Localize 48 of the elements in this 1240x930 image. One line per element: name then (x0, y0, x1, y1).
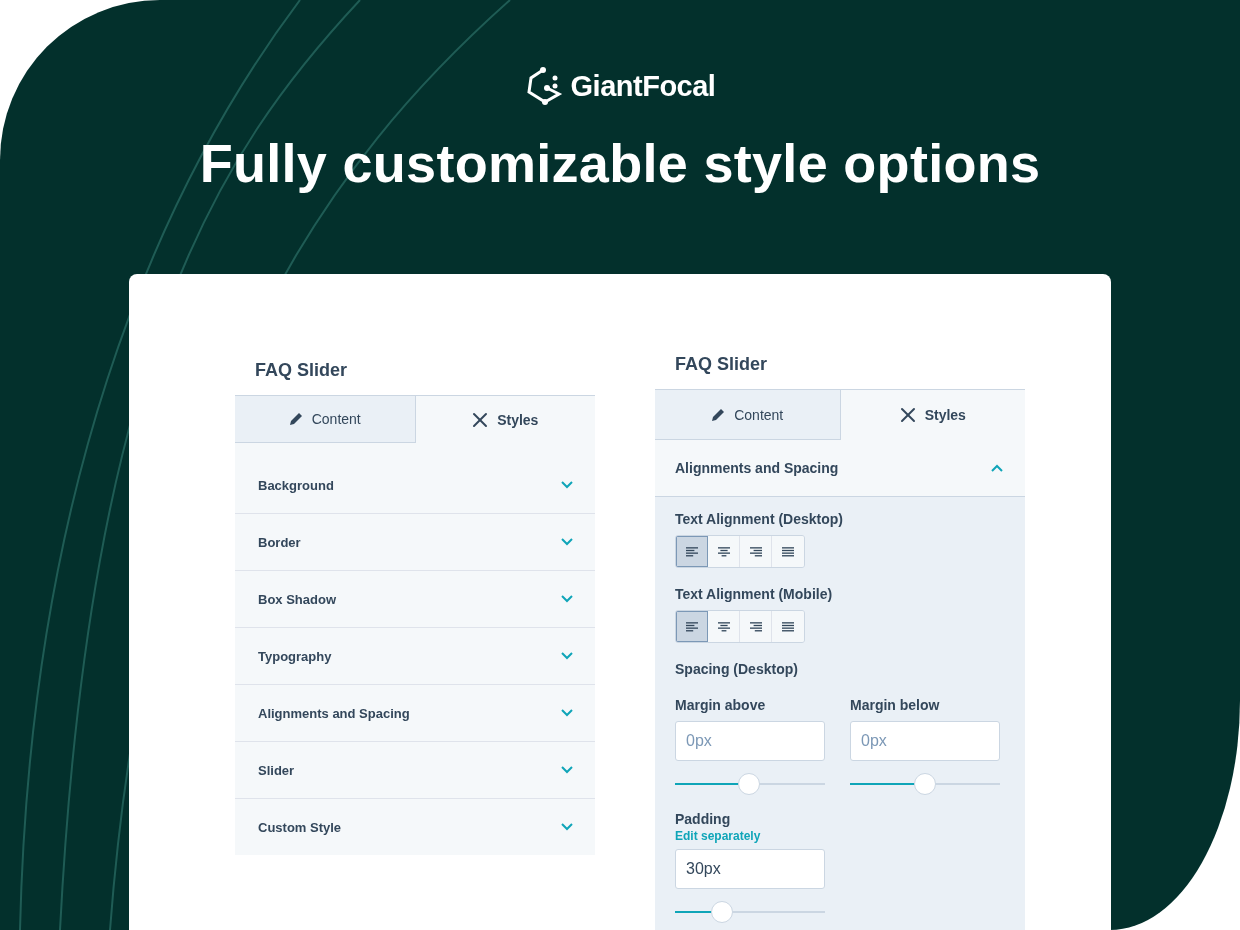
field-label: Text Alignment (Desktop) (675, 511, 843, 527)
alignment-button[interactable] (772, 611, 804, 642)
logo-text: GiantFocal (570, 69, 716, 103)
slider-thumb[interactable] (710, 901, 733, 923)
tab[interactable]: Content (655, 390, 841, 440)
tab[interactable]: Styles (840, 390, 1025, 440)
pencil-icon (711, 407, 726, 422)
section-label: Typography (258, 648, 332, 664)
alignment-button[interactable] (772, 536, 804, 567)
crossed-tools-icon (899, 407, 916, 423)
slider[interactable] (675, 773, 825, 795)
align-justify-icon (782, 621, 794, 632)
slider[interactable] (850, 773, 1000, 795)
alignment-button[interactable] (676, 611, 708, 642)
input-field[interactable]: 30px (675, 849, 825, 889)
field-label: Margin below (850, 697, 941, 713)
align-right-icon (749, 621, 762, 632)
align-left-icon (686, 621, 698, 632)
section-label: Alignments and Spacing (258, 705, 410, 721)
section-label: Border (258, 534, 301, 550)
section-label: Box Shadow (258, 591, 336, 607)
align-center-icon (717, 621, 730, 632)
section-label: Background (258, 477, 334, 493)
align-right-icon (749, 546, 762, 557)
panel-title: FAQ Slider (674, 354, 769, 376)
headline: Fully customizable style options (199, 132, 1041, 194)
pencil-icon (288, 412, 303, 426)
section-label: Custom Style (258, 819, 342, 835)
slider-thumb[interactable] (914, 773, 936, 795)
align-left-icon (686, 546, 698, 557)
align-center-icon (717, 546, 730, 557)
slider-thumb[interactable] (737, 773, 760, 795)
field-label: Spacing (Desktop) (675, 661, 798, 677)
field-label: Text Alignment (Mobile) (675, 586, 833, 602)
field-label: Padding (675, 811, 731, 827)
align-justify-icon (782, 546, 794, 557)
section-label: Alignments and Spacing (675, 460, 839, 476)
section-label: Slider (258, 762, 295, 778)
slider[interactable] (675, 901, 825, 923)
input-field[interactable]: 0px (675, 721, 825, 761)
crossed-tools-icon (472, 411, 489, 428)
tab[interactable]: Content (235, 396, 416, 443)
field-label: Margin above (675, 697, 767, 713)
alignment-button[interactable] (676, 536, 708, 567)
accordion-section[interactable]: Alignments and Spacing (655, 440, 1025, 497)
input-field[interactable]: 0px (850, 721, 1000, 761)
tab[interactable]: Styles (415, 396, 595, 443)
panel-title: FAQ Slider (254, 360, 349, 382)
